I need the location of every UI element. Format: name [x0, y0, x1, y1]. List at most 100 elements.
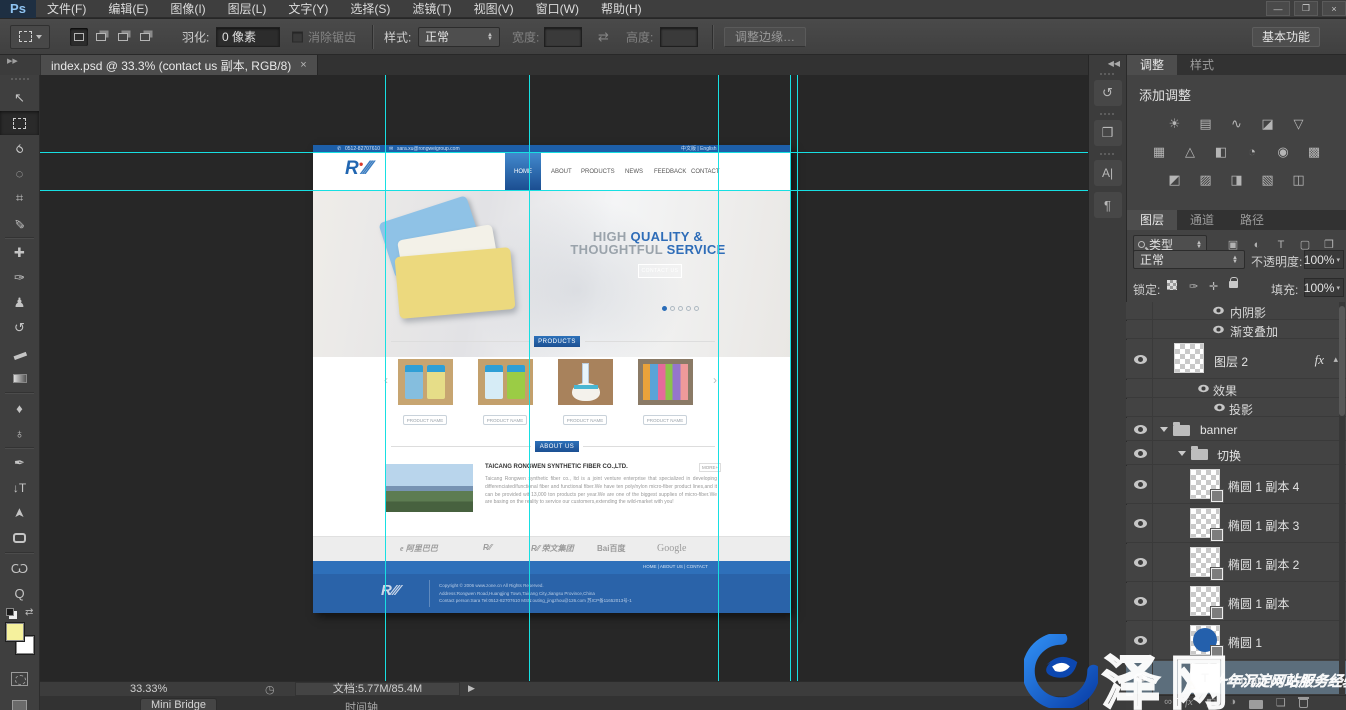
tab-layers[interactable]: 图层 — [1127, 210, 1177, 230]
layer-row[interactable]: 椭圆 1 副本 — [1126, 583, 1346, 621]
layer-style-icon[interactable]: fx — [1185, 696, 1193, 708]
layer-row[interactable]: 椭圆 1 副本 3 — [1126, 505, 1346, 543]
layer-thumbnail[interactable] — [1174, 343, 1204, 373]
group-expand-icon[interactable] — [1178, 451, 1186, 456]
spot-healing-brush-tool[interactable]: ✚ — [0, 241, 39, 265]
tab-adjustments[interactable]: 调整 — [1127, 55, 1177, 75]
screen-mode-button[interactable] — [0, 694, 39, 710]
carousel-next-icon[interactable]: › — [713, 373, 717, 387]
lock-pixels-icon[interactable]: ✑ — [1189, 280, 1198, 293]
toolbar-collapse-icon[interactable]: ▶▶ — [0, 55, 40, 75]
lasso-tool[interactable]: σ — [0, 136, 39, 160]
default-colors-icon[interactable] — [6, 608, 14, 616]
path-selection-tool[interactable]: ➤ — [0, 501, 39, 525]
move-tool[interactable]: ↖ — [0, 86, 39, 110]
expand-panels-icon[interactable]: ◀◀ — [1089, 55, 1126, 70]
layer-effect-row[interactable]: 内阴影 — [1126, 302, 1346, 320]
layer-row-selected[interactable]: T ⚠ contact us 副本 — [1126, 661, 1346, 695]
visibility-eye-icon[interactable] — [1134, 597, 1147, 606]
menu-help[interactable]: 帮助(H) — [590, 0, 653, 18]
shape-layer-thumbnail[interactable] — [1190, 508, 1220, 538]
tab-styles[interactable]: 样式 — [1177, 55, 1227, 75]
exposure-icon[interactable]: ◪ — [1256, 115, 1280, 132]
partner-google[interactable]: Google — [657, 543, 686, 554]
menu-type[interactable]: 文字(Y) — [277, 0, 339, 18]
curves-icon[interactable]: ∿ — [1225, 115, 1249, 132]
blend-mode-dropdown[interactable]: 正常 ▲▼ — [1133, 250, 1245, 269]
about-image[interactable] — [385, 464, 473, 512]
photoshop-logo[interactable]: Ps — [0, 0, 36, 18]
nav-about[interactable]: ABOUT — [551, 169, 572, 175]
menu-edit[interactable]: 编辑(E) — [97, 0, 159, 18]
visibility-eye-icon[interactable] — [1134, 519, 1147, 528]
clone-stamp-tool[interactable]: ♟ — [0, 291, 39, 315]
partner-rongwen-group[interactable]: R⁄⁄ 荣文集团 — [531, 543, 574, 554]
layer-group-row[interactable]: 切换 — [1126, 442, 1346, 465]
blur-tool[interactable]: ♦ — [0, 396, 39, 420]
anti-alias-checkbox[interactable] — [292, 31, 303, 42]
zoom-tool[interactable]: Q — [0, 581, 39, 605]
tool-preset-picker[interactable] — [10, 25, 50, 49]
swap-colors-icon[interactable]: ⇄ — [25, 607, 33, 618]
width-input[interactable] — [544, 27, 582, 47]
style-dropdown[interactable]: 正常 ▲▼ — [418, 27, 500, 47]
foreground-color-swatch[interactable] — [5, 622, 25, 642]
vibrance-icon[interactable]: ▽ — [1287, 115, 1311, 132]
minimize-button[interactable]: — — [1266, 1, 1290, 16]
visibility-eye-icon[interactable] — [1134, 480, 1147, 489]
gradient-tool[interactable] — [0, 366, 39, 390]
quick-mask-button[interactable] — [0, 667, 39, 691]
tab-channels[interactable]: 通道 — [1177, 210, 1227, 230]
visibility-eye-icon[interactable] — [1134, 425, 1147, 434]
subtract-selection-mode-button[interactable] — [114, 28, 132, 46]
link-layers-icon[interactable]: ∞ — [1164, 696, 1172, 708]
layer-row[interactable]: 椭圆 1 副本 4 — [1126, 466, 1346, 504]
banner-contact-button[interactable]: CONTACT US — [638, 264, 682, 278]
selective-color-icon[interactable]: ◫ — [1287, 171, 1311, 188]
status-flyout-icon[interactable]: ▶ — [468, 683, 475, 694]
guide-vertical[interactable] — [529, 75, 530, 681]
eyedropper-tool[interactable]: ✎ — [0, 211, 39, 235]
shape-layer-thumbnail[interactable] — [1190, 586, 1220, 616]
visibility-eye-icon[interactable] — [1213, 307, 1224, 314]
partner-baidu[interactable]: Bai百度 — [597, 543, 625, 554]
visibility-eye-icon[interactable] — [1134, 449, 1147, 458]
layer-row[interactable]: 图层 2 fx ▴ — [1126, 340, 1346, 379]
fx-collapse-icon[interactable]: ▴ — [1333, 354, 1338, 365]
site-logo[interactable]: R●⁄⁄⁄ — [345, 158, 370, 180]
layer-effect-row[interactable]: 投影 — [1126, 399, 1346, 417]
color-balance-icon[interactable]: △ — [1178, 143, 1202, 160]
layer-group-row[interactable]: banner — [1126, 418, 1346, 441]
visibility-eye-icon[interactable] — [1134, 636, 1147, 645]
document-tab[interactable]: index.psd @ 33.3% (contact us 副本, RGB/8)… — [41, 55, 318, 75]
tab-paths[interactable]: 路径 — [1227, 210, 1277, 230]
product-image-4[interactable] — [638, 359, 693, 405]
lock-transparency-icon[interactable] — [1167, 280, 1177, 293]
rectangular-marquee-tool[interactable] — [0, 111, 39, 135]
pen-tool[interactable]: ✒ — [0, 451, 39, 475]
character-panel-icon[interactable]: A| — [1094, 160, 1122, 186]
layer-row[interactable]: 椭圆 1 — [1126, 622, 1346, 660]
menu-layer[interactable]: 图层(L) — [217, 0, 278, 18]
visibility-eye-icon[interactable] — [1198, 385, 1209, 392]
tab-close-icon[interactable]: × — [300, 59, 306, 71]
new-selection-mode-button[interactable] — [70, 28, 88, 46]
menu-filter[interactable]: 滤镜(T) — [401, 0, 462, 18]
slider-dot[interactable] — [686, 306, 691, 311]
footer-links[interactable]: HOME | ABOUT US | CONTACT — [643, 564, 708, 569]
menu-image[interactable]: 图像(I) — [159, 0, 216, 18]
slider-dot[interactable] — [694, 306, 699, 311]
slider-dot[interactable] — [670, 306, 675, 311]
zoom-level[interactable]: 33.33% — [130, 683, 167, 695]
invert-icon[interactable]: ◩ — [1163, 171, 1187, 188]
fill-value[interactable]: 100% ▾ — [1304, 278, 1344, 297]
paragraph-panel-icon[interactable]: ¶ — [1094, 192, 1122, 218]
delete-layer-icon[interactable] — [1299, 699, 1308, 708]
dodge-tool[interactable]: ♁ — [0, 421, 39, 445]
layer-mask-icon[interactable]: ◧ — [1206, 696, 1216, 709]
visibility-eye-icon[interactable] — [1134, 558, 1147, 567]
close-button[interactable]: × — [1322, 1, 1346, 16]
group-expand-icon[interactable] — [1160, 427, 1168, 432]
guide-vertical[interactable] — [718, 75, 719, 681]
hand-tool[interactable]: Ѡ — [0, 556, 39, 580]
